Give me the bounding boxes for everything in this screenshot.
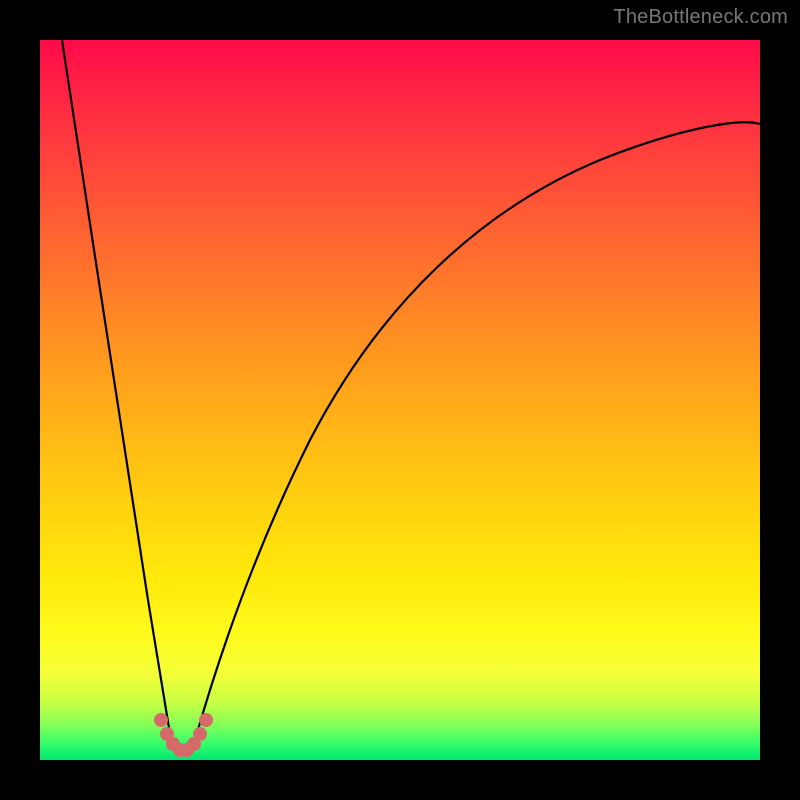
- valley-dot: [193, 727, 207, 741]
- watermark-text: TheBottleneck.com: [613, 6, 788, 29]
- valley-dot: [154, 713, 168, 727]
- valley-dots-group: [154, 713, 213, 757]
- right-branch-curve: [195, 122, 760, 740]
- curve-layer: [40, 40, 760, 760]
- plot-area: [40, 40, 760, 760]
- left-branch-curve: [62, 40, 171, 740]
- valley-dot: [199, 713, 213, 727]
- chart-frame: TheBottleneck.com: [0, 0, 800, 800]
